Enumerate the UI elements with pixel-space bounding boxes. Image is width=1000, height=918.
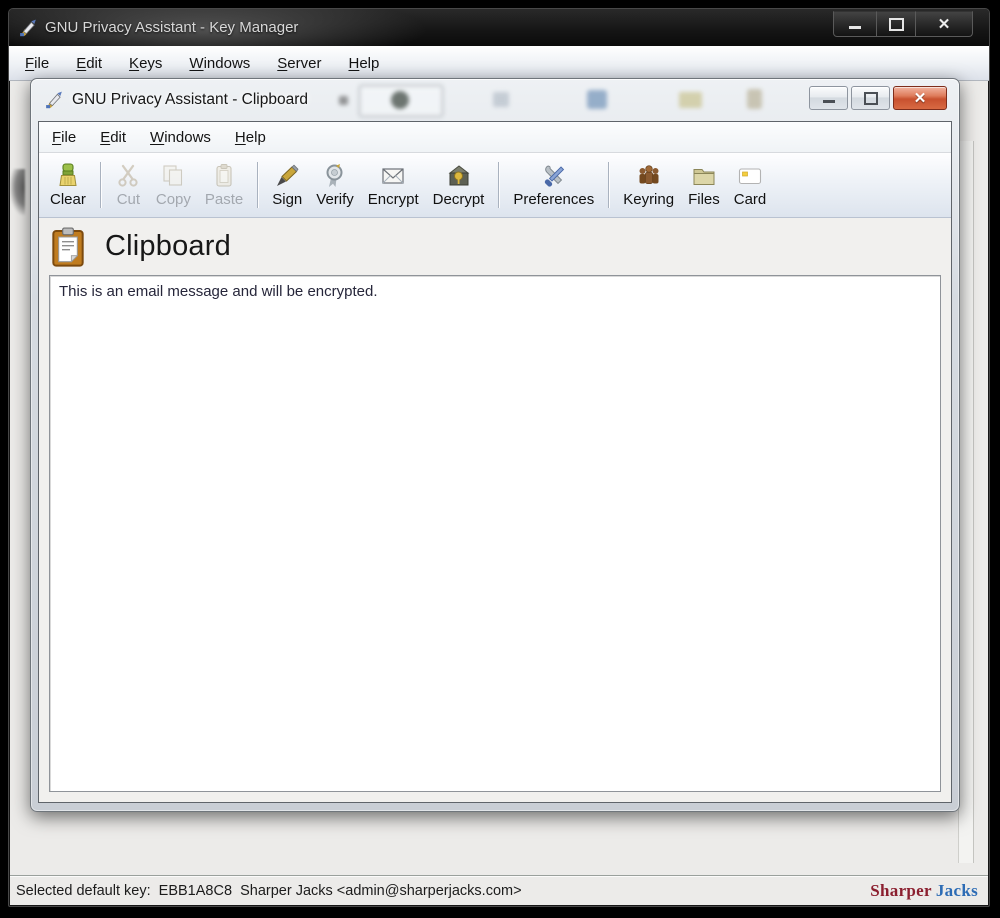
sign-pen-icon	[274, 163, 301, 190]
maximize-icon	[863, 91, 878, 105]
toolbar-button-copy[interactable]: Copy	[149, 160, 198, 211]
menu-keys[interactable]: Keys	[129, 55, 162, 72]
partial-parent-toolbar-icon	[10, 169, 25, 215]
clipboard-header: Clipboard	[39, 218, 951, 275]
clipboard-textarea[interactable]: This is an email message and will be enc…	[49, 275, 941, 792]
copy-pages-icon	[160, 163, 187, 190]
close-button[interactable]: ✕	[915, 11, 973, 37]
cut-scissors-icon	[115, 163, 142, 190]
verify-seal-icon	[322, 163, 349, 190]
key-manager-window-controls: ✕	[833, 11, 973, 37]
menu-file[interactable]: File	[25, 55, 49, 72]
toolbar-separator	[99, 162, 101, 208]
minimize-button[interactable]	[833, 11, 877, 37]
menu-windows[interactable]: Windows	[150, 129, 211, 146]
toolbar-button-encrypt[interactable]: Encrypt	[361, 160, 426, 211]
gpa-app-icon	[19, 19, 37, 37]
status-bar: Selected default key: EBB1A8C8 Sharper J…	[10, 875, 988, 905]
menu-windows[interactable]: Windows	[189, 55, 250, 72]
close-button[interactable]: ✕	[893, 86, 947, 110]
clipboard-window-controls: ✕	[809, 86, 947, 110]
glass-ghost-shape	[339, 96, 348, 105]
glass-ghost-circle	[391, 91, 409, 109]
maximize-icon	[888, 17, 904, 31]
screenshot-root: GNU Privacy Assistant - Key Manager ✕ Fi…	[0, 0, 1000, 918]
decrypt-envelope-icon	[445, 163, 472, 190]
menu-edit[interactable]: Edit	[76, 55, 102, 72]
toolbar-separator	[498, 162, 500, 208]
default-key-status: Selected default key: EBB1A8C8 Sharper J…	[16, 882, 522, 899]
glass-ghost-blue-square	[587, 90, 607, 109]
menu-file[interactable]: File	[52, 129, 76, 146]
clipboard-menubar: File Edit Windows Help	[39, 122, 951, 153]
menu-server[interactable]: Server	[277, 55, 321, 72]
clipboard-window: GNU Privacy Assistant - Clipboard ✕ File…	[30, 78, 960, 812]
minimize-button[interactable]	[809, 86, 848, 110]
toolbar-button-sign[interactable]: Sign	[265, 160, 309, 211]
key-manager-title: GNU Privacy Assistant - Key Manager	[45, 19, 299, 36]
page-title: Clipboard	[105, 230, 231, 262]
toolbar-button-cut[interactable]: Cut	[108, 160, 149, 211]
clipboard-window-body: File Edit Windows Help Clear Cut Copy Pa…	[38, 121, 952, 803]
clipboard-titlebar[interactable]: GNU Privacy Assistant - Clipboard ✕	[31, 79, 959, 121]
menu-edit[interactable]: Edit	[100, 129, 126, 146]
encrypt-envelope-icon	[380, 163, 407, 190]
maximize-button[interactable]	[876, 11, 916, 37]
key-manager-pane-edge	[958, 141, 974, 863]
close-icon: ✕	[913, 89, 927, 107]
sharper-jacks-logo: Sharper Jacks	[870, 881, 978, 901]
glass-ghost-scissors	[493, 92, 509, 107]
key-manager-menubar: File Edit Keys Windows Server Help	[9, 46, 989, 81]
toolbar-button-keyring[interactable]: Keyring	[616, 160, 681, 211]
toolbar-button-preferences[interactable]: Preferences	[506, 160, 601, 211]
glass-ghost-card	[747, 89, 762, 109]
close-icon: ✕	[937, 15, 951, 33]
minimize-icon	[822, 99, 835, 103]
paste-clipboard-icon	[211, 163, 238, 190]
files-folder-icon	[690, 163, 717, 190]
keyring-people-icon	[635, 163, 662, 190]
toolbar-button-decrypt[interactable]: Decrypt	[426, 160, 492, 211]
brand-word-sharper: Sharper	[870, 880, 932, 900]
key-manager-titlebar[interactable]: GNU Privacy Assistant - Key Manager ✕	[9, 9, 989, 46]
toolbar-button-files[interactable]: Files	[681, 160, 727, 211]
toolbar-button-paste[interactable]: Paste	[198, 160, 250, 211]
brand-word-jacks: Jacks	[935, 880, 978, 900]
clipboard-editor-wrap: This is an email message and will be enc…	[39, 275, 951, 802]
clipboard-window-title: GNU Privacy Assistant - Clipboard	[72, 91, 309, 108]
minimize-icon	[849, 25, 861, 29]
preferences-tools-icon	[540, 163, 567, 190]
gpa-app-icon	[45, 91, 63, 109]
toolbar-button-clear[interactable]: Clear	[43, 160, 93, 211]
clipboard-toolbar: Clear Cut Copy Paste Sign Verify Encrypt…	[39, 153, 951, 218]
menu-help[interactable]: Help	[348, 55, 379, 72]
smartcard-icon	[737, 163, 764, 190]
clipboard-icon	[50, 226, 86, 267]
toolbar-button-card[interactable]: Card	[727, 160, 774, 211]
glass-ghost-folder	[679, 92, 702, 108]
toolbar-separator	[257, 162, 259, 208]
maximize-button[interactable]	[851, 86, 890, 110]
toolbar-separator	[608, 162, 610, 208]
toolbar-button-verify[interactable]: Verify	[309, 160, 361, 211]
clear-brush-icon	[54, 163, 81, 190]
menu-help[interactable]: Help	[235, 129, 266, 146]
